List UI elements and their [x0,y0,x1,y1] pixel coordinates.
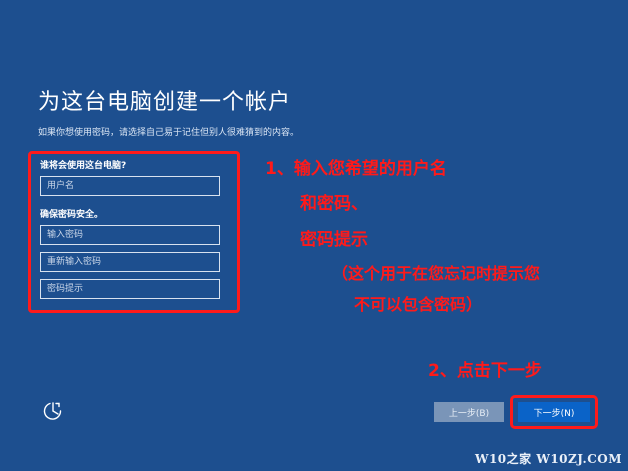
password-label: 确保密码安全。 [40,210,104,220]
back-button[interactable]: 上一步(B) [434,402,504,422]
annotation-step1: 1、输入您希望的用户名 [265,159,447,179]
password-input[interactable] [40,225,220,245]
username-label: 谁将会使用这台电脑? [40,161,127,171]
annotation-step1-line4: （这个用于在您忘记时提示您 [332,264,541,283]
next-button[interactable]: 下一步(N) [518,402,590,422]
annotation-step1-line3: 密码提示 [300,230,368,250]
page-title: 为这台电脑创建一个帐户 [38,90,292,115]
password-hint-input[interactable] [40,279,220,299]
page-subtitle: 如果你想使用密码，请选择自己易于记住但别人很难猜到的内容。 [38,128,300,138]
annotation-step2: 2、点击下一步 [428,361,542,381]
accessibility-icon[interactable] [42,400,64,422]
annotation-step1-line2: 和密码、 [300,194,368,214]
watermark: W10之家 W10ZJ.COM [474,452,622,466]
username-input[interactable] [40,176,220,196]
confirm-password-input[interactable] [40,252,220,272]
annotation-step1-line5: 不可以包含密码） [354,295,483,314]
